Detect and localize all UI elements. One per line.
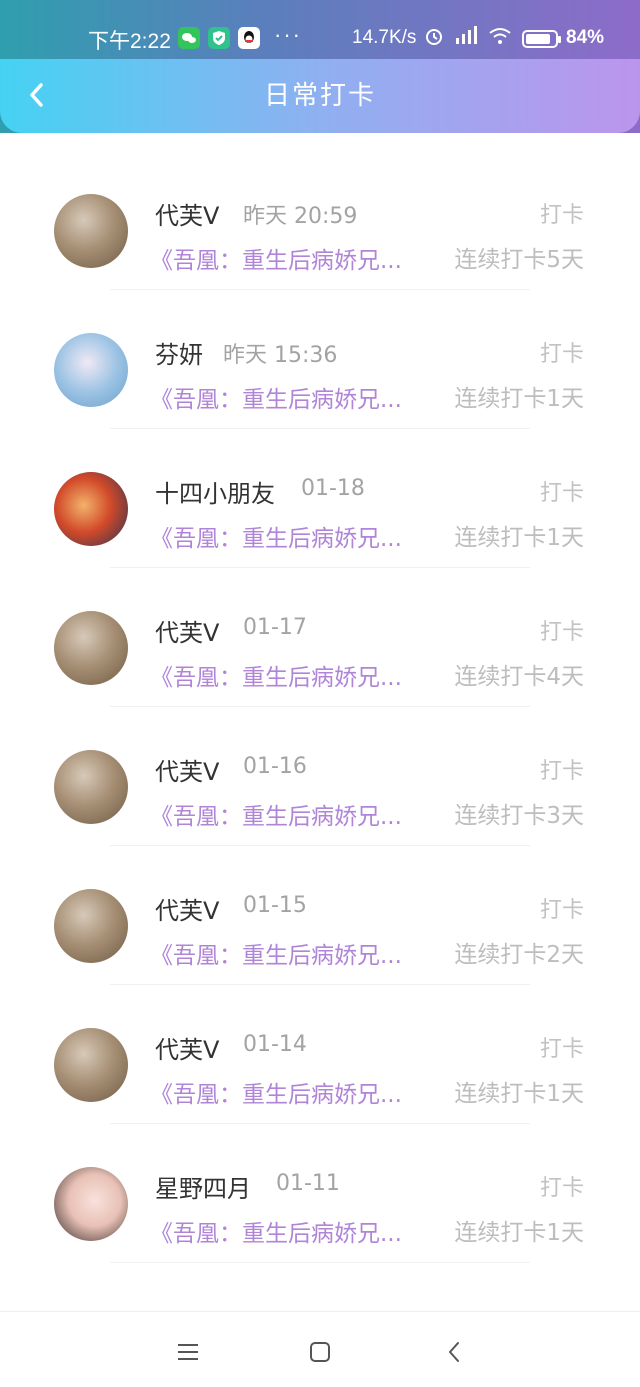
book-title-link[interactable]: 《吾凰：重生后病娇兄... <box>150 936 402 970</box>
checkin-time: 01-18 <box>301 476 365 501</box>
user-name[interactable]: 芬妍 <box>155 335 203 370</box>
checkin-time: 01-11 <box>276 1171 340 1196</box>
book-title-link[interactable]: 《吾凰：重生后病娇兄... <box>150 1214 402 1248</box>
checkin-label: 打卡 <box>539 620 584 645</box>
menu-icon <box>178 1344 198 1360</box>
list-item[interactable]: 星野四月 01-11 打卡 《吾凰：重生后病娇兄... 连续打卡1天 <box>0 1124 640 1263</box>
streak-text: 连续打卡1天 <box>454 1081 584 1107</box>
page-header: 日常打卡 <box>0 59 640 133</box>
streak-text: 连续打卡3天 <box>454 803 584 829</box>
signal-icon <box>454 26 478 51</box>
checkin-label: 打卡 <box>539 759 584 784</box>
user-name[interactable]: 代芙V <box>155 891 219 926</box>
streak-text: 连续打卡1天 <box>454 386 584 412</box>
book-title-link[interactable]: 《吾凰：重生后病娇兄... <box>150 797 402 831</box>
user-name[interactable]: 代芙V <box>155 752 219 787</box>
status-bar: 下午2:22 ··· 14.7K/s 84% <box>0 0 640 60</box>
streak-text: 连续打卡2天 <box>454 942 584 968</box>
avatar[interactable] <box>54 750 128 824</box>
avatar[interactable] <box>54 472 128 546</box>
checkin-label: 打卡 <box>539 203 584 228</box>
user-name[interactable]: 十四小朋友 <box>155 474 275 509</box>
user-name[interactable]: 代芙V <box>155 1030 219 1065</box>
home-square-icon <box>310 1342 330 1362</box>
checkin-label: 打卡 <box>539 1037 584 1062</box>
battery-percent: 84% <box>566 27 605 48</box>
list-item[interactable]: 代芙V 01-15 打卡 《吾凰：重生后病娇兄... 连续打卡2天 <box>0 846 640 985</box>
qq-icon <box>238 27 260 49</box>
book-title-link[interactable]: 《吾凰：重生后病娇兄... <box>150 241 402 275</box>
battery-icon <box>522 29 561 48</box>
checkin-time: 01-16 <box>243 754 307 779</box>
system-nav-bar <box>0 1311 640 1387</box>
home-button[interactable] <box>302 1334 338 1370</box>
checkin-label: 打卡 <box>539 342 584 367</box>
alarm-icon <box>424 26 444 51</box>
streak-text: 连续打卡1天 <box>454 1220 584 1246</box>
wifi-icon <box>488 26 512 51</box>
streak-text: 连续打卡1天 <box>454 525 584 551</box>
list-item[interactable]: 代芙V 01-17 打卡 《吾凰：重生后病娇兄... 连续打卡4天 <box>0 568 640 707</box>
wechat-icon <box>178 27 200 49</box>
avatar[interactable] <box>54 889 128 963</box>
avatar[interactable] <box>54 1028 128 1102</box>
user-name[interactable]: 星野四月 <box>155 1169 251 1204</box>
avatar[interactable] <box>54 611 128 685</box>
checkin-label: 打卡 <box>539 481 584 506</box>
status-app-icons <box>178 27 260 49</box>
checkin-label: 打卡 <box>539 898 584 923</box>
list-item[interactable]: 代芙V 01-14 打卡 《吾凰：重生后病娇兄... 连续打卡1天 <box>0 985 640 1124</box>
book-title-link[interactable]: 《吾凰：重生后病娇兄... <box>150 380 402 414</box>
checkin-time: 昨天 20:59 <box>243 204 358 229</box>
user-name[interactable]: 代芙V <box>155 613 219 648</box>
book-title-link[interactable]: 《吾凰：重生后病娇兄... <box>150 1075 402 1109</box>
divider <box>110 1262 530 1263</box>
checkin-time: 01-14 <box>243 1032 307 1057</box>
back-triangle-icon <box>449 1342 459 1362</box>
list-item[interactable]: 芬妍 昨天 15:36 打卡 《吾凰：重生后病娇兄... 连续打卡1天 <box>0 290 640 429</box>
avatar[interactable] <box>54 194 128 268</box>
menu-button[interactable] <box>170 1334 206 1370</box>
list-item[interactable]: 代芙V 01-16 打卡 《吾凰：重生后病娇兄... 连续打卡3天 <box>0 707 640 846</box>
battery-fill <box>526 33 550 44</box>
list-item[interactable]: 代芙V 昨天 20:59 打卡 《吾凰：重生后病娇兄... 连续打卡5天 <box>0 151 640 290</box>
status-time: 下午2:22 <box>88 30 171 53</box>
back-button[interactable] <box>18 77 54 113</box>
list-item[interactable]: 十四小朋友 01-18 打卡 《吾凰：重生后病娇兄... 连续打卡1天 <box>0 429 640 568</box>
chevron-left-icon <box>30 83 43 107</box>
checkin-label: 打卡 <box>539 1176 584 1201</box>
book-title-link[interactable]: 《吾凰：重生后病娇兄... <box>150 519 402 553</box>
book-title-link[interactable]: 《吾凰：重生后病娇兄... <box>150 658 402 692</box>
checkin-time: 01-17 <box>243 615 307 640</box>
page-title: 日常打卡 <box>263 81 376 111</box>
avatar[interactable] <box>54 1167 128 1241</box>
checkin-time: 01-15 <box>243 893 307 918</box>
system-back-button[interactable] <box>436 1334 472 1370</box>
streak-text: 连续打卡4天 <box>454 664 584 690</box>
checkin-time: 昨天 15:36 <box>223 343 338 368</box>
status-system-icons <box>424 26 561 51</box>
status-more-icon: ··· <box>274 22 302 47</box>
avatar[interactable] <box>54 333 128 407</box>
checkin-list[interactable]: 代芙V 昨天 20:59 打卡 《吾凰：重生后病娇兄... 连续打卡5天 芬妍 … <box>0 151 640 1311</box>
network-speed: 14.7K/s <box>352 27 417 48</box>
user-name[interactable]: 代芙V <box>155 196 219 231</box>
shield-icon <box>208 27 230 49</box>
streak-text: 连续打卡5天 <box>454 247 584 273</box>
